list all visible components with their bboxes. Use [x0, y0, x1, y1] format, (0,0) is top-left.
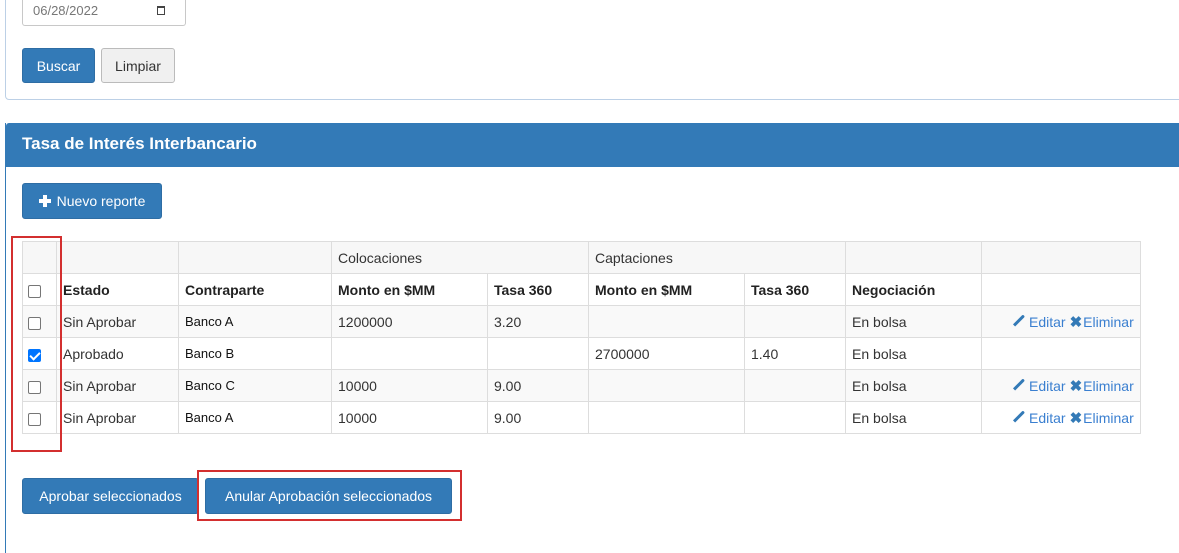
cell-col-tasa: 9.00 [487, 369, 589, 402]
group-header-captaciones: Captaciones [587, 241, 847, 274]
cancel-approval-button[interactable]: Anular Aprobación seleccionados [205, 478, 452, 514]
cell-negociacion: En bolsa [845, 337, 983, 370]
plus-icon [38, 195, 51, 207]
panel-heading: Tasa de Interés Interbancario [6, 123, 1179, 167]
approve-selected-label: Aprobar seleccionados [39, 488, 182, 504]
cell-col-monto [331, 337, 488, 370]
column-header-col-monto[interactable]: Monto en $MM [331, 273, 488, 306]
cell-contraparte: Banco A [178, 401, 332, 434]
cell-cap-monto [588, 305, 745, 338]
table-row: Sin Aprobar Banco A 1200000 3.20 En bols… [22, 305, 1142, 338]
cell-negociacion: En bolsa [845, 369, 983, 402]
row-checkbox-checked[interactable] [28, 349, 41, 363]
edit-link[interactable]: Editar [1012, 378, 1066, 394]
group-header-row: Colocaciones Captaciones [22, 241, 1142, 274]
edit-link[interactable]: Editar [1012, 314, 1066, 330]
cell-cap-tasa [743, 401, 847, 434]
cell-cap-tasa [743, 305, 847, 338]
cell-estado: Sin Aprobar [56, 369, 179, 402]
cell-cap-tasa: 1.40 [743, 337, 847, 370]
cell-negociacion: En bolsa [845, 305, 983, 338]
calendar-icon[interactable] [157, 6, 165, 15]
cell-actions: Editar ✖Eliminar [981, 369, 1142, 402]
row-checkbox[interactable] [28, 413, 41, 427]
column-header-negociacion[interactable]: Negociación [845, 273, 983, 306]
cell-estado: Aprobado [56, 337, 179, 370]
new-report-button[interactable]: Nuevo reporte [22, 183, 162, 219]
pencil-icon [1013, 378, 1026, 391]
x-icon: ✖ [1069, 377, 1083, 395]
delete-link[interactable]: ✖Eliminar [1066, 409, 1134, 427]
cell-actions: Editar ✖Eliminar [981, 401, 1142, 434]
buscar-label: Buscar [36, 57, 81, 74]
row-checkbox[interactable] [28, 317, 41, 331]
x-icon: ✖ [1069, 313, 1083, 331]
cell-col-tasa: 9.00 [487, 401, 589, 434]
delete-link[interactable]: ✖Eliminar [1066, 313, 1134, 331]
panel-title: Tasa de Interés Interbancario [22, 134, 257, 153]
column-header-cap-monto[interactable]: Monto en $MM [588, 273, 745, 306]
buscar-button[interactable]: Buscar [22, 48, 95, 83]
cell-contraparte: Banco C [178, 369, 332, 402]
pencil-icon [1013, 314, 1026, 327]
table-row: Aprobado Banco B 2700000 1.40 En bolsa [22, 337, 1142, 370]
cancel-approval-label: Anular Aprobación seleccionados [224, 488, 433, 504]
x-icon: ✖ [1069, 409, 1083, 427]
table-row: Sin Aprobar Banco C 10000 9.00 En bolsa … [22, 369, 1142, 402]
cell-negociacion: En bolsa [845, 401, 983, 434]
limpiar-button[interactable]: Limpiar [101, 48, 175, 83]
select-all-checkbox[interactable] [28, 285, 41, 299]
cell-cap-monto [588, 401, 745, 434]
cell-col-monto: 10000 [331, 401, 488, 434]
cell-contraparte: Banco B [178, 337, 332, 370]
new-report-label: Nuevo reporte [56, 193, 146, 209]
cell-col-monto: 10000 [331, 369, 488, 402]
approve-selected-button[interactable]: Aprobar seleccionados [22, 478, 199, 514]
cell-col-tasa [487, 337, 589, 370]
column-header-col-tasa[interactable]: Tasa 360 [487, 273, 589, 306]
cell-col-tasa: 3.20 [487, 305, 589, 338]
edit-link[interactable]: Editar [1012, 410, 1066, 426]
group-header-colocaciones: Colocaciones [331, 241, 589, 274]
cell-actions: Editar ✖Eliminar [981, 305, 1142, 338]
cell-cap-monto [588, 369, 745, 402]
table-row: Sin Aprobar Banco A 10000 9.00 En bolsa … [22, 401, 1142, 434]
limpiar-label: Limpiar [115, 57, 161, 74]
cell-col-monto: 1200000 [331, 305, 488, 338]
column-header-contraparte[interactable]: Contraparte [178, 273, 332, 306]
cell-actions [981, 337, 1142, 370]
date-input[interactable]: 06/28/2022 [22, 0, 186, 26]
cell-contraparte: Banco A [178, 305, 332, 338]
pencil-icon [1013, 410, 1026, 423]
cell-cap-monto: 2700000 [588, 337, 745, 370]
row-checkbox[interactable] [28, 381, 41, 395]
column-header-row: Estado Contraparte Monto en $MM Tasa 360… [22, 273, 1142, 306]
delete-link[interactable]: ✖Eliminar [1066, 377, 1134, 395]
date-value: 06/28/2022 [33, 3, 99, 18]
column-header-estado[interactable]: Estado [56, 273, 179, 306]
column-header-cap-tasa[interactable]: Tasa 360 [743, 273, 847, 306]
data-table: Colocaciones Captaciones Estado Contrapa… [22, 241, 1142, 434]
cell-cap-tasa [743, 369, 847, 402]
cell-estado: Sin Aprobar [56, 401, 179, 434]
cell-estado: Sin Aprobar [56, 305, 179, 338]
